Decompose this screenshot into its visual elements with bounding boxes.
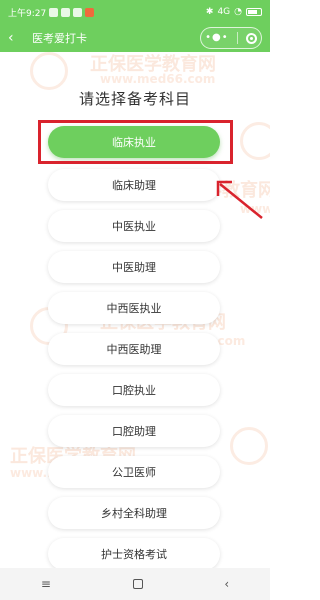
watermark-logo	[30, 52, 68, 90]
mini-program-capsule: •●•	[200, 27, 262, 49]
wifi-icon: ◔	[234, 7, 242, 17]
signal-icon: 4G	[217, 7, 231, 17]
watermark-url: www.med66.com	[100, 72, 216, 86]
battery-icon	[246, 8, 262, 16]
subject-option-rural-general-assistant[interactable]: 乡村全科助理	[48, 497, 220, 529]
subject-option-nurse-qualification[interactable]: 护士资格考试	[48, 538, 220, 568]
menu-icon[interactable]: ≡	[41, 577, 51, 591]
subject-option-clinical-assistant[interactable]: 临床助理	[48, 169, 220, 201]
subject-option-public-health[interactable]: 公卫医师	[48, 456, 220, 488]
capsule-divider	[236, 32, 238, 44]
subject-option-integrated-practice[interactable]: 中西医执业	[48, 292, 220, 324]
phone-icon	[73, 7, 83, 17]
nav-bar: ‹ 医考爱打卡 •●•	[0, 24, 270, 52]
chevron-left-icon[interactable]: ‹	[8, 30, 22, 46]
subject-option-integrated-assistant[interactable]: 中西医助理	[48, 333, 220, 365]
subject-option-dental-practice[interactable]: 口腔执业	[48, 374, 220, 406]
target-circle-icon[interactable]	[245, 32, 257, 44]
home-icon[interactable]	[132, 579, 143, 589]
status-time: 上午9:27	[8, 8, 47, 19]
system-nav-bar: ≡ ‹	[0, 568, 270, 600]
status-right: ✱ 4G ◔	[206, 7, 262, 17]
watermark-logo	[240, 122, 270, 160]
status-bar: 上午9:27 ✱ 4G ◔	[0, 0, 270, 24]
subject-option-tcm-practice[interactable]: 中医执业	[48, 210, 220, 242]
arrow-annotation-icon	[216, 180, 263, 219]
nav-title: 医考爱打卡	[32, 32, 87, 45]
watermark-logo	[230, 427, 268, 465]
subject-option-dental-assistant[interactable]: 口腔助理	[48, 415, 220, 447]
status-left: 上午9:27	[8, 6, 95, 19]
more-dots-icon[interactable]: •●•	[205, 33, 229, 43]
chat-app-icon	[61, 7, 71, 17]
watermark-brand: 正保医学教育网	[90, 54, 216, 75]
highlight-box	[38, 120, 233, 164]
bluetooth-icon: ✱	[205, 7, 214, 17]
subject-option-tcm-assistant[interactable]: 中医助理	[48, 251, 220, 283]
content-area: 正保医学教育网 www.med66.com 正保医学教育网 www.med66.…	[0, 52, 270, 568]
page-title: 请选择备考科目	[78, 90, 191, 108]
back-nav-icon[interactable]: ‹	[224, 577, 229, 591]
moon-icon	[49, 7, 59, 17]
notification-app-icon	[85, 7, 95, 17]
